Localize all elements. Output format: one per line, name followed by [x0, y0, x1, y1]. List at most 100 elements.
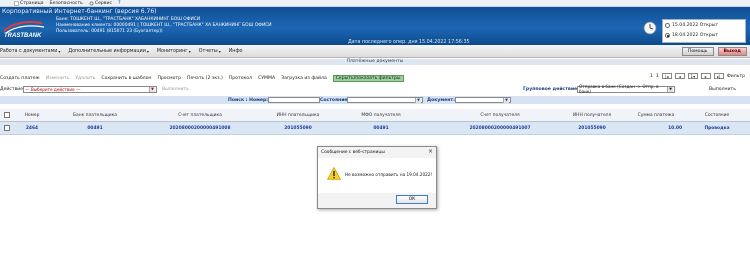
tools-menu[interactable]: Сервис: [89, 1, 112, 6]
dropdown-arrow-icon: ▼: [503, 97, 509, 103]
protocol-button[interactable]: Протокол: [229, 76, 252, 81]
menu-monitoring[interactable]: Мониторинг ▾: [157, 49, 191, 54]
opday-radio-1[interactable]: 15.04.2022 Открыт: [663, 20, 745, 30]
state-select[interactable]: ▼: [347, 97, 423, 103]
security-menu[interactable]: Безопасность: [50, 1, 83, 6]
row-checkbox[interactable]: [4, 125, 10, 131]
opday-label-1: 15.04.2022 Открыт: [672, 22, 719, 28]
menu-reports-label: Отчеты: [198, 48, 218, 54]
dialog-body: Не возможно отправить на 19.04.2022!: [318, 158, 436, 193]
cell-state: Проводка: [704, 125, 730, 131]
menu-additional-label: Дополнительные информации: [68, 48, 146, 54]
cell-amount: 10.00: [668, 125, 682, 131]
radio-button-checked[interactable]: [665, 32, 670, 38]
first-page-button[interactable]: |◂: [661, 73, 672, 79]
documents-table: Номер Банк плательщика Счет плательщика …: [0, 109, 750, 135]
gear-icon: [89, 1, 94, 5]
browser-command-bar: Страница Безопасность Сервис ?: [0, 0, 750, 7]
prev-page-button[interactable]: ◂: [674, 73, 685, 79]
search-number-label: Поиск : Номер:: [228, 97, 269, 103]
number-input[interactable]: [268, 97, 320, 103]
save-template-button[interactable]: Сохранить в шаблон: [101, 76, 151, 81]
group-action-label: Групповое действие:: [523, 86, 579, 92]
logo-text: TRASTBANK: [4, 33, 42, 39]
opday-radio-2[interactable]: 18.04.2022 Открыт: [663, 30, 745, 40]
caret-down-icon: ▾: [146, 48, 149, 54]
cell-receiver-inn: 201055090: [578, 125, 606, 131]
opday-radio-group: 15.04.2022 Открыт 18.04.2022 Открыт: [662, 19, 746, 43]
menu-additional-info[interactable]: Дополнительные информации ▾: [68, 49, 149, 54]
header-payer-account[interactable]: Счет плательщика: [160, 113, 240, 118]
action-select-value: --- Выберите действие ---: [25, 86, 81, 92]
trastbank-logo: TRASTBANK: [3, 21, 45, 39]
dialog-title: Сообщение с веб-страницы: [321, 150, 385, 155]
caret-down-icon: ▾: [58, 48, 61, 54]
tools-menu-label: Сервис: [94, 0, 113, 6]
header-state[interactable]: Состояние: [692, 113, 742, 118]
cell-number: 2464: [25, 125, 39, 131]
header-payer-inn[interactable]: ИНН плательщика: [270, 113, 326, 118]
action-execute-button[interactable]: Выполнить: [162, 87, 189, 92]
filter-button[interactable]: Фильтр: [727, 74, 745, 79]
page-icon: [14, 0, 19, 6]
radio-button[interactable]: [665, 22, 670, 28]
load-file-button[interactable]: Загрузка из файла: [281, 76, 327, 81]
pager: 1 1 |◂ ◂ 1▾ ▸ ▸| Фильтр: [650, 73, 745, 79]
section-title: Платёжные документы: [0, 59, 750, 65]
create-payment-button[interactable]: Создать платеж: [0, 76, 40, 81]
menu-info-label: Инфо: [228, 48, 243, 54]
header-amount[interactable]: Сумма платежа: [630, 113, 682, 118]
cell-payer-bank: 00491: [87, 125, 103, 131]
last-page-button[interactable]: ▸|: [713, 73, 724, 79]
dropdown-arrow-icon: ▼: [667, 86, 673, 92]
edit-button[interactable]: Изменить: [46, 76, 70, 81]
toggle-filters-button[interactable]: Скрыть/показать фильтры: [332, 75, 404, 82]
ok-button[interactable]: ОК: [396, 195, 428, 204]
close-icon[interactable]: ×: [428, 148, 433, 155]
menu-documents[interactable]: Работа с документами ▾: [0, 49, 60, 54]
menu-info[interactable]: Инфо: [229, 49, 243, 54]
page-menu[interactable]: Страница: [14, 1, 44, 6]
cell-payer-account: 20208000200000491008: [169, 125, 231, 131]
page-select[interactable]: 1▾: [687, 73, 698, 79]
opday-label-2: 18.04.2022 Открыт: [672, 32, 719, 38]
help-button[interactable]: Помощь: [681, 47, 714, 56]
document-label: Документ:: [427, 97, 455, 103]
main-menu: Работа с документами ▾ Дополнительные инф…: [0, 45, 750, 58]
next-page-button[interactable]: ▸: [700, 73, 711, 79]
dialog-message: Не возможно отправить на 19.04.2022!: [345, 172, 433, 177]
help-icon[interactable]: ?: [118, 0, 121, 6]
header-receiver-mfo[interactable]: МФО получателя: [353, 113, 409, 118]
user-name: Пользователь: 00491 (815071 23 (Бухгалте…: [56, 29, 163, 34]
caret-down-icon: ▾: [218, 48, 221, 54]
group-action-select[interactable]: Отправка в банк (Создан -> Отпр. в банк)…: [577, 84, 675, 94]
action-select[interactable]: --- Выберите действие --- ▼: [23, 85, 157, 93]
exit-button[interactable]: Выход: [717, 47, 747, 56]
app-header: Корпоративный Интернет-банкинг (версия 6…: [0, 7, 750, 45]
dropdown-arrow-icon: ▼: [149, 86, 155, 92]
state-label: Состояние:: [320, 97, 350, 103]
dropdown-arrow-icon: ▼: [415, 97, 421, 103]
action-label: Действие:: [0, 86, 25, 92]
menu-documents-label: Работа с документами: [0, 48, 58, 54]
cell-receiver-account: 20208000200000491007: [469, 125, 531, 131]
menu-reports[interactable]: Отчеты ▾: [199, 49, 221, 54]
page-current: 1: [649, 73, 653, 79]
header-payer-bank[interactable]: Банк плательщика: [60, 113, 130, 118]
view-button[interactable]: Просмотр: [157, 76, 181, 81]
header-receiver-account[interactable]: Счет получателя: [464, 113, 536, 118]
header-receiver-inn[interactable]: ИНН получателя: [564, 113, 620, 118]
delete-button[interactable]: Удалить: [75, 76, 95, 81]
document-select[interactable]: ▼: [455, 97, 511, 103]
page-total: 1: [655, 73, 659, 79]
sum-button[interactable]: СУММА: [258, 76, 275, 81]
select-all-checkbox[interactable]: [4, 112, 10, 118]
print-button[interactable]: Печать (2 экз.): [187, 76, 223, 81]
header-number[interactable]: Номер: [20, 113, 44, 118]
clock-icon: [643, 21, 657, 35]
cell-payer-inn: 201055090: [284, 125, 312, 131]
table-header-row: Номер Банк плательщика Счет плательщика …: [0, 109, 750, 122]
alert-dialog: Сообщение с веб-страницы × Не возможно о…: [317, 146, 437, 209]
table-row[interactable]: 2464 00491 20208000200000491008 20105509…: [0, 122, 750, 135]
group-execute-button[interactable]: Выполнить: [709, 87, 736, 92]
